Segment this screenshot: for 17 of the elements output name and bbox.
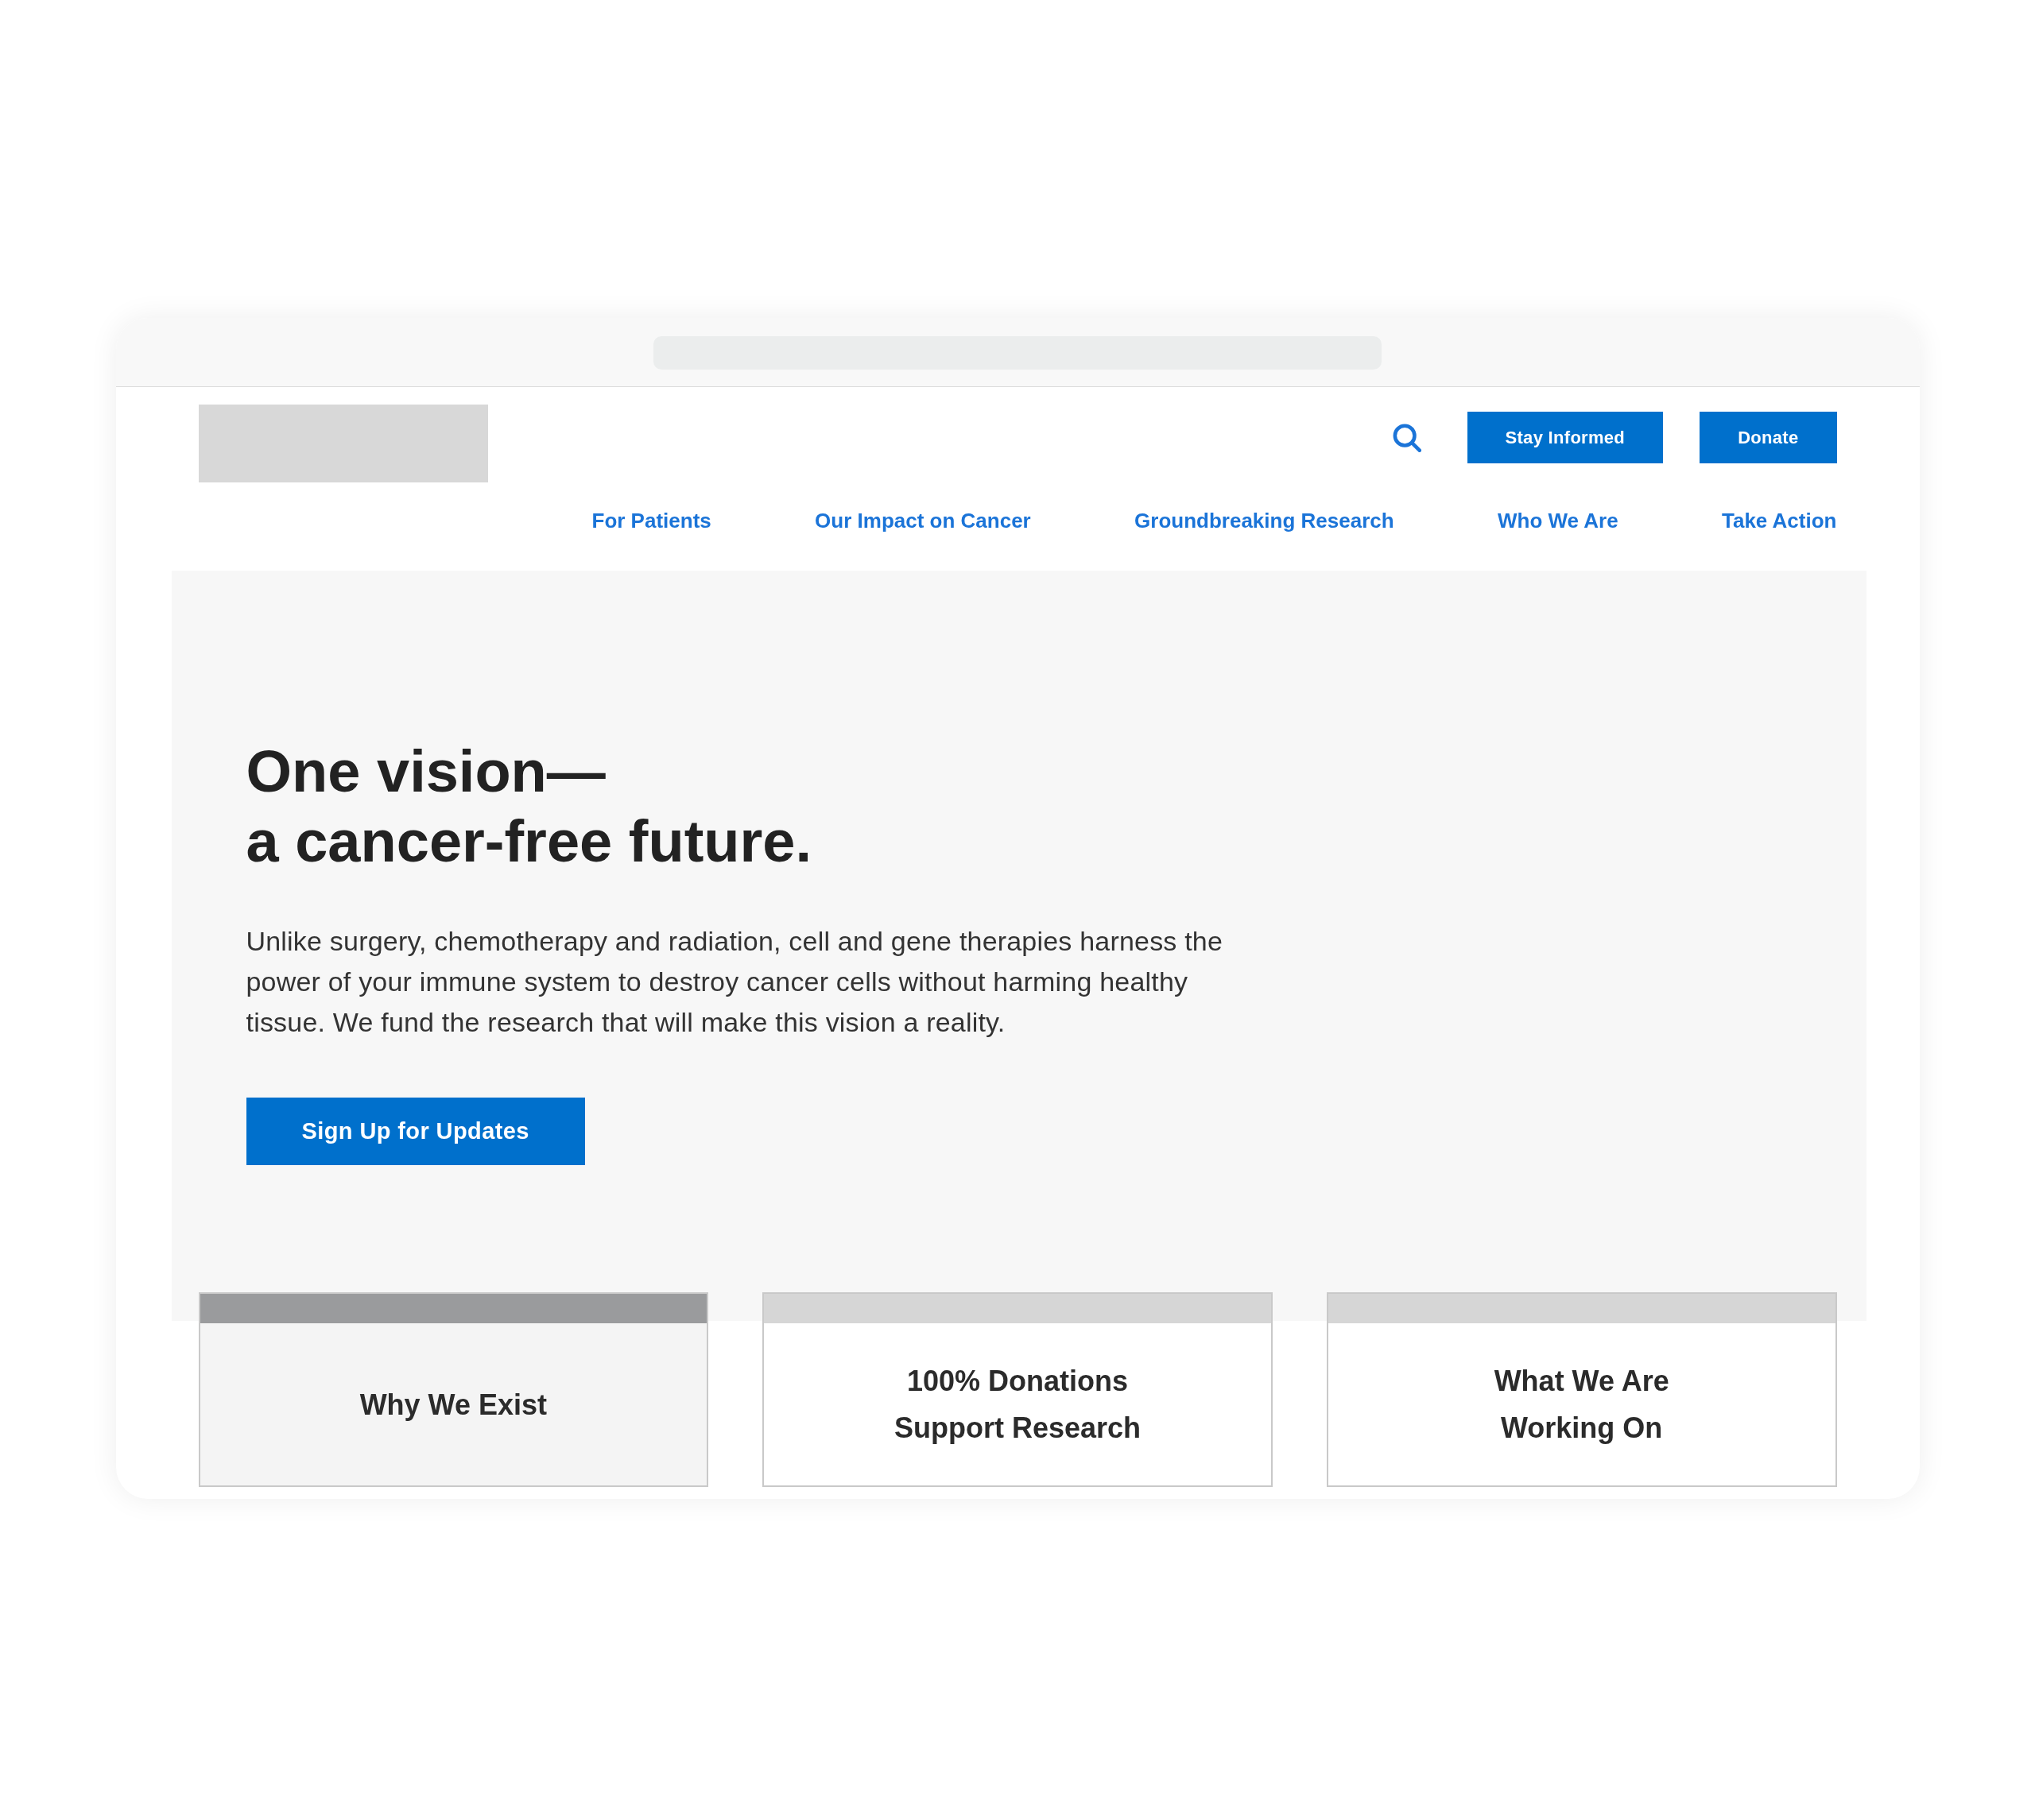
card[interactable]: 100% Donations Support Research — [762, 1292, 1273, 1487]
hero-paragraph: Unlike surgery, chemotherapy and radiation, cell and gene therapies harness the power of your immune system to destroy cancer cells without harming healthy tissue. We fund the research that will make this vision a reality. — [246, 925, 1224, 1039]
hero-heading: One vision— a cancer-free future. — [246, 738, 812, 876]
nav-link[interactable]: Take Action — [1721, 508, 1837, 533]
card[interactable]: What We Are Working On — [1326, 1292, 1837, 1487]
sign-up-button[interactable]: Sign Up for Updates — [246, 1098, 585, 1165]
card[interactable]: Why We Exist — [198, 1292, 709, 1487]
card-title: Why We Exist — [359, 1387, 547, 1423]
nav-link[interactable]: Groundbreaking Research — [1134, 508, 1394, 533]
nav-link[interactable]: Who We Are — [1497, 508, 1618, 533]
nav-link[interactable]: For Patients — [591, 508, 711, 533]
header-button[interactable]: Donate — [1700, 412, 1837, 463]
header-button[interactable]: Stay Informed — [1467, 412, 1664, 463]
nav-link[interactable]: Our Impact on Cancer — [815, 508, 1031, 533]
card-title: 100% Donations Support Research — [893, 1364, 1142, 1446]
card-title: What We Are Working On — [1493, 1364, 1670, 1446]
search-icon[interactable] — [1392, 423, 1421, 452]
